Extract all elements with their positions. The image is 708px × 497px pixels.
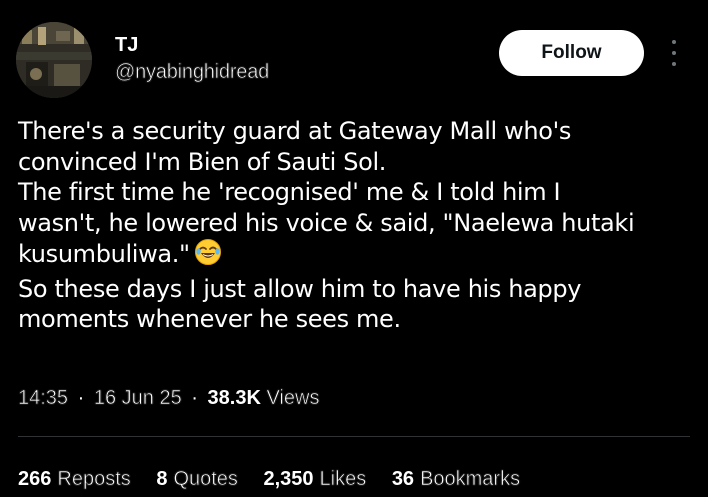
reposts-label: Reposts — [57, 468, 131, 491]
tweet-line: convinced I'm Bien of Sauti Sol. — [18, 147, 387, 176]
tweet-line-with-emoji: kusumbuliwa." — [18, 238, 688, 274]
bookmarks-count: 36 — [391, 468, 415, 490]
divider — [18, 436, 690, 437]
tweet-line: There's a security guard at Gateway Mall… — [18, 117, 572, 145]
tweet-date[interactable]: 16 Jun 25 — [94, 387, 182, 410]
separator: · — [191, 387, 198, 409]
face-with-tears-of-joy-icon — [194, 238, 222, 274]
tweet-line: moments whenever he sees me. — [18, 305, 401, 333]
quotes-stat[interactable]: 8 Quotes — [156, 466, 238, 492]
engagement-stats: 266 Reposts 8 Quotes 2,350 Likes 36 Bookmark… — [18, 466, 540, 492]
dot — [672, 40, 676, 44]
tweet-line-text: kusumbuliwa." — [18, 240, 190, 268]
tweet-line: wasn't, he lowered his voice & said, "Na… — [18, 208, 635, 237]
dot — [672, 51, 676, 55]
likes-count: 2,350 — [263, 468, 314, 490]
avatar[interactable] — [16, 22, 92, 98]
reposts-count: 266 — [18, 468, 52, 490]
tweet-text: There's a security guard at Gateway Mall… — [18, 116, 688, 335]
profile-photo-icon — [16, 22, 92, 98]
tweet-line: The first time he 'recognised' me & I to… — [18, 178, 561, 206]
bookmarks-stat[interactable]: 36 Bookmarks — [391, 466, 521, 492]
quotes-count: 8 — [156, 468, 168, 490]
likes-stat[interactable]: 2,350 Likes — [263, 466, 366, 492]
reposts-stat[interactable]: 266 Reposts — [18, 466, 131, 492]
bookmarks-label: Bookmarks — [420, 468, 521, 491]
views-label: Views — [266, 387, 320, 410]
display-name[interactable]: TJ — [115, 34, 138, 56]
views-count[interactable]: 38.3K — [208, 387, 261, 409]
follow-button[interactable]: Follow — [499, 30, 644, 76]
tweet-time[interactable]: 14:35 — [18, 387, 69, 410]
likes-label: Likes — [319, 468, 367, 491]
tweet-meta: 14:35 · 16 Jun 25 · 38.3K Views — [18, 385, 320, 411]
quotes-label: Quotes — [173, 468, 238, 491]
more-vertical-icon[interactable] — [668, 40, 680, 66]
separator: · — [77, 387, 85, 409]
dot — [672, 62, 676, 66]
tweet-line: So these days I just allow him to have h… — [18, 274, 582, 303]
user-handle[interactable]: @nyabinghidread — [115, 60, 270, 84]
